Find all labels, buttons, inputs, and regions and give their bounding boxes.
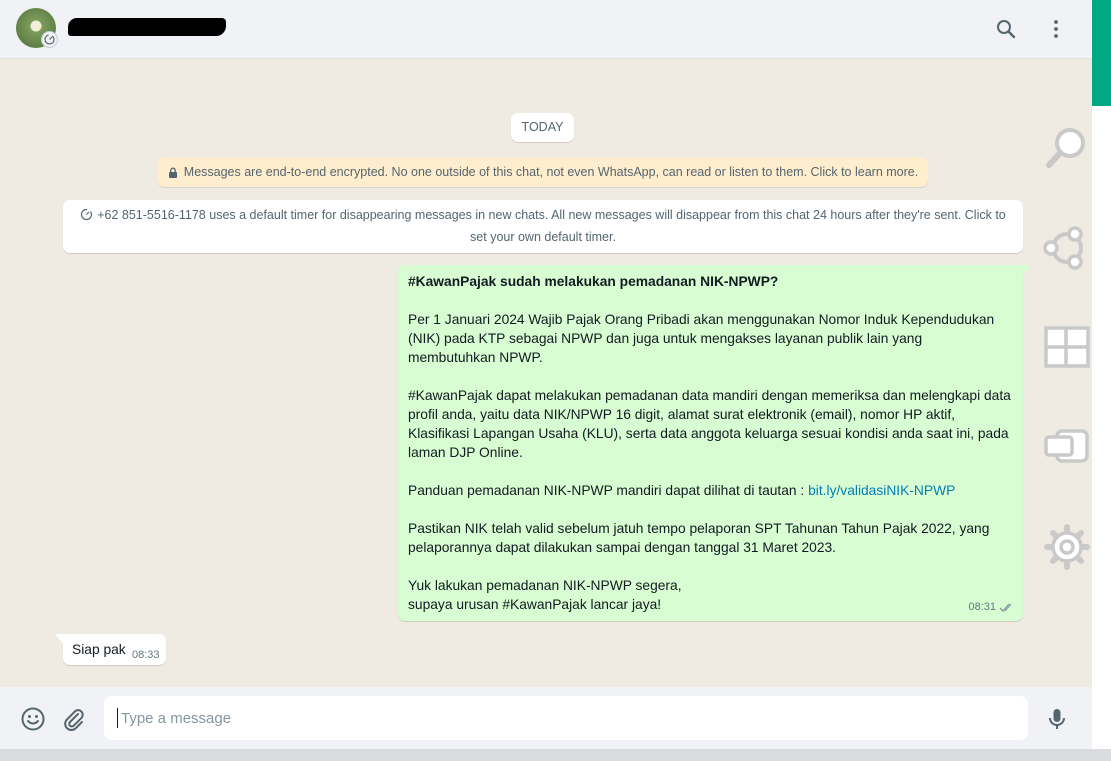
message-link[interactable]: bit.ly/validasiNIK-NPWP (808, 483, 955, 498)
message-paragraph: supaya urusan #KawanPajak lancar jaya! (408, 597, 662, 612)
message-paragraph: #KawanPajak dapat melakukan pemadanan da… (408, 388, 1011, 460)
disappearing-timer-notice[interactable]: +62 851-5516-1178 uses a default timer f… (63, 200, 1023, 253)
switch-icon[interactable] (1043, 422, 1091, 470)
magnifier-icon[interactable] (1043, 123, 1091, 171)
outgoing-bubble-tail (1023, 265, 1031, 275)
message-time: 08:31 (968, 601, 996, 613)
windows-icon[interactable] (1043, 322, 1091, 370)
message-paragraph: Per 1 Januari 2024 Wajib Pajak Orang Pri… (408, 312, 995, 365)
message-input[interactable]: Type a message (104, 696, 1028, 740)
incoming-bubble-tail (55, 634, 63, 644)
emoji-icon[interactable] (20, 706, 46, 732)
scrollbar-thumb[interactable] (1092, 0, 1111, 106)
encryption-notice-text: Messages are end-to-end encrypted. No on… (183, 165, 919, 179)
message-meta: 08:31 (968, 598, 1015, 617)
window-bottom-edge (0, 749, 1111, 761)
chat-panel: TODAY Messages are end-to-end encrypted.… (0, 0, 1092, 761)
text-caret (117, 708, 118, 728)
lock-icon (168, 167, 177, 178)
search-icon[interactable] (994, 17, 1018, 41)
message-paragraph: Pastikan NIK telah valid sebelum jatuh t… (408, 521, 990, 555)
message-text: Panduan pemadanan NIK-NPWP mandiri dapat… (408, 483, 809, 498)
message-paragraph: Panduan pemadanan NIK-NPWP mandiri dapat… (408, 481, 1013, 500)
timer-icon (81, 208, 93, 221)
message-time: 08:33 (132, 649, 160, 661)
outgoing-message[interactable]: #KawanPajak sudah melakukan pemadanan NI… (398, 265, 1023, 621)
mic-icon[interactable] (1044, 706, 1070, 732)
share-icon[interactable] (1043, 224, 1091, 272)
contact-name-redacted[interactable] (68, 18, 226, 36)
message-paragraph: Yuk lakukan pemadanan NIK-NPWP segera, (408, 578, 682, 593)
encryption-notice[interactable]: Messages are end-to-end encrypted. No on… (158, 157, 928, 187)
scrollbar-track[interactable] (1092, 0, 1111, 761)
menu-icon[interactable] (1044, 17, 1068, 41)
timer-notice-text: +62 851-5516-1178 uses a default timer f… (97, 208, 1006, 244)
date-divider: TODAY (511, 113, 574, 142)
message-text: Siap pak (72, 642, 126, 657)
timer-icon (44, 34, 55, 45)
disappearing-timer-badge (41, 31, 58, 48)
double-check-icon (999, 603, 1012, 612)
message-title: #KawanPajak sudah melakukan pemadanan NI… (408, 274, 779, 289)
message-input-placeholder: Type a message (121, 710, 232, 727)
attach-icon[interactable] (61, 706, 87, 732)
incoming-message[interactable]: Siap pak 08:33 (63, 634, 166, 665)
settings-icon[interactable] (1043, 523, 1091, 571)
chat-header[interactable] (0, 0, 1092, 59)
